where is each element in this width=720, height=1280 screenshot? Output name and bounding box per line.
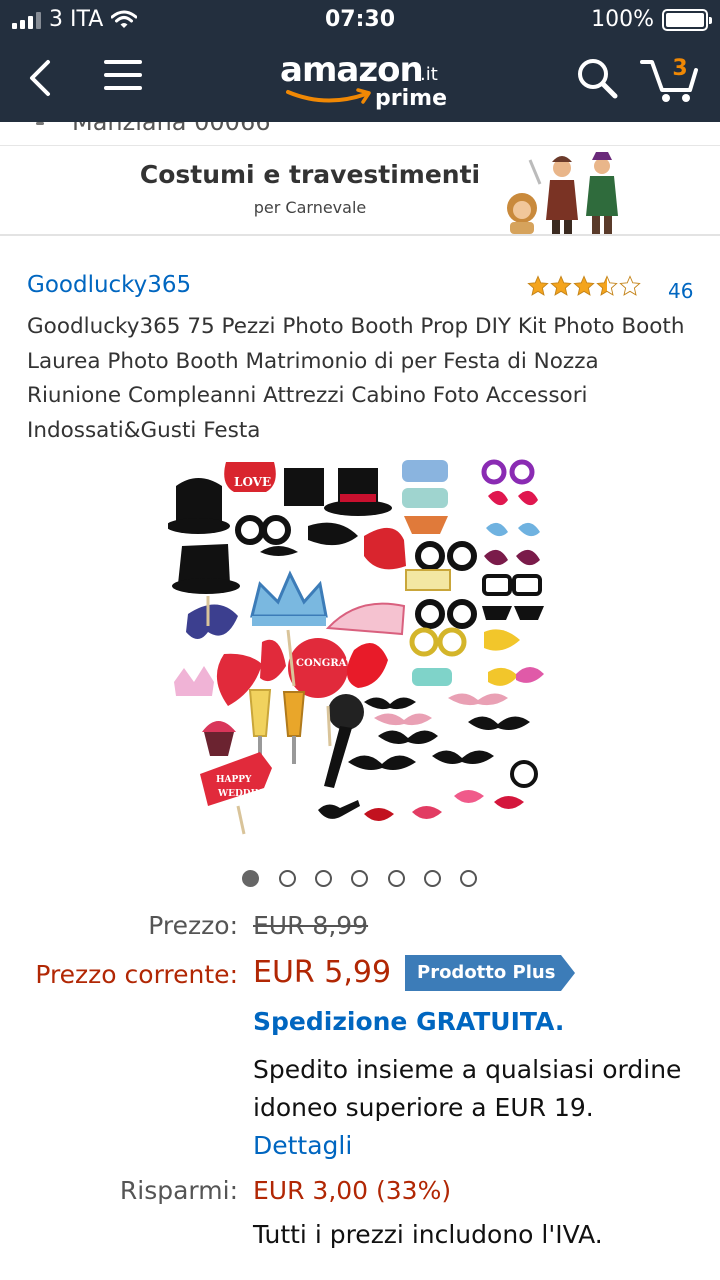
cart-button[interactable]: 3 bbox=[640, 54, 700, 104]
battery-icon bbox=[662, 8, 712, 31]
pagination-dot[interactable] bbox=[315, 870, 332, 887]
pagination-dot[interactable] bbox=[279, 870, 296, 887]
status-bar: 3 ITA 07:30 100% bbox=[0, 0, 720, 40]
free-shipping: Spedizione GRATUITA. bbox=[253, 1007, 565, 1036]
current-price: EUR 5,99 bbox=[253, 955, 392, 990]
star-half-icon bbox=[596, 275, 618, 296]
promo-banner[interactable]: Costumi e travestimenti per Carnevale bbox=[0, 146, 720, 236]
savings-label: Risparmi: bbox=[119, 1176, 238, 1205]
svg-text:HAPPY: HAPPY bbox=[216, 775, 252, 785]
details-link[interactable]: Dettagli bbox=[253, 1131, 352, 1160]
cart-count-badge: 3 bbox=[672, 56, 688, 81]
rating-stars[interactable] bbox=[527, 275, 641, 297]
delivery-address: Manziana 00066 bbox=[72, 122, 271, 136]
shipping-note: Spedito insieme a qualsiasi ordine idone… bbox=[253, 1051, 693, 1165]
star-full-icon bbox=[573, 275, 595, 296]
svg-text:WEDDING: WEDDING bbox=[217, 789, 271, 799]
back-arrow-icon[interactable] bbox=[22, 58, 62, 98]
brand-link[interactable]: Goodlucky365 bbox=[27, 272, 191, 298]
amazon-prime-logo[interactable]: amazon .it prime bbox=[280, 48, 450, 118]
price-label: Prezzo: bbox=[148, 911, 238, 940]
search-icon[interactable] bbox=[575, 56, 619, 100]
shipping-note-text: Spedito insieme a qualsiasi ordine idone… bbox=[253, 1055, 682, 1122]
product-title: Goodlucky365 75 Pezzi Photo Booth Prop D… bbox=[27, 314, 685, 443]
promo-costume-image bbox=[507, 152, 618, 234]
savings-value: EUR 3,00 (33%) bbox=[253, 1176, 452, 1205]
svg-text:CONGRAT: CONGRAT bbox=[296, 658, 354, 669]
logo-prime: prime bbox=[375, 86, 447, 111]
smile-arrow-icon bbox=[286, 88, 371, 104]
app-header: amazon .it prime 3 bbox=[0, 40, 720, 122]
list-price: EUR 8,99 bbox=[253, 911, 369, 940]
logo-tld: .it bbox=[420, 64, 438, 85]
pagination-dot[interactable] bbox=[242, 870, 259, 887]
image-pagination[interactable] bbox=[0, 870, 720, 888]
star-full-icon bbox=[527, 275, 549, 296]
pagination-dot[interactable] bbox=[351, 870, 368, 887]
star-full-icon bbox=[550, 275, 572, 296]
svg-text:LOVE: LOVE bbox=[234, 475, 271, 489]
pagination-dot[interactable] bbox=[424, 870, 441, 887]
battery-label: 100% bbox=[591, 7, 654, 32]
current-price-label: Prezzo corrente: bbox=[35, 960, 238, 989]
pagination-dot[interactable] bbox=[388, 870, 405, 887]
menu-icon[interactable] bbox=[104, 60, 142, 96]
logo-word: amazon bbox=[280, 50, 424, 90]
vat-note: Tutti i prezzi includono l'IVA. bbox=[253, 1220, 603, 1249]
pagination-dot[interactable] bbox=[460, 870, 477, 887]
star-empty-icon bbox=[619, 275, 641, 296]
review-count[interactable]: 46 bbox=[668, 279, 693, 303]
product-image[interactable]: LOVE CONGRAT HAPPY WEDDING bbox=[168, 456, 556, 836]
prodotto-plus-badge: Prodotto Plus bbox=[405, 955, 575, 991]
location-pin-icon bbox=[36, 122, 44, 125]
delivery-address-strip[interactable]: Manziana 00066 bbox=[0, 122, 720, 146]
